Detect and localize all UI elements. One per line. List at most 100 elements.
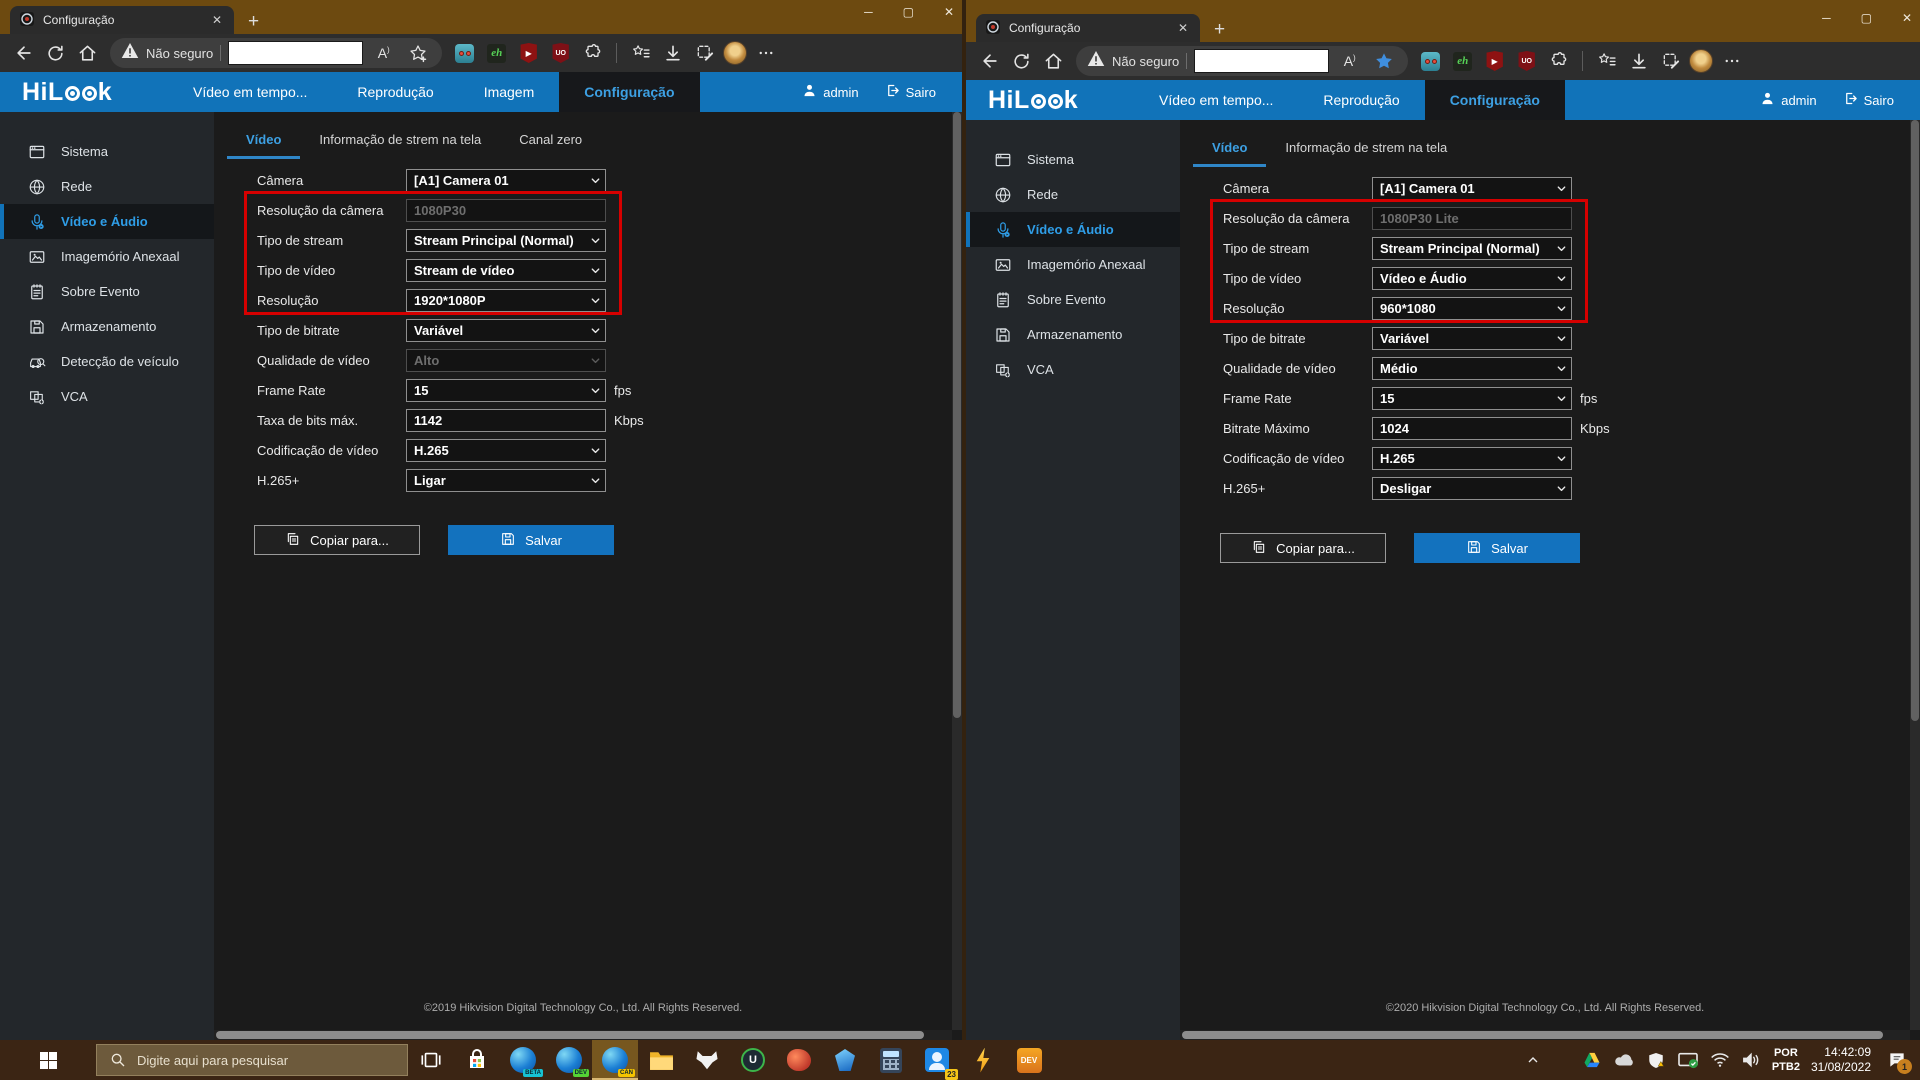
sidebar-item-vca[interactable]: VCA — [966, 352, 1180, 387]
tab-close-icon[interactable]: ✕ — [1175, 21, 1191, 35]
save-button[interactable]: Salvar — [1414, 533, 1580, 563]
input-taxa-de-bits-m-x-[interactable]: 1142 — [406, 409, 606, 432]
eh-extension-icon[interactable]: eh — [1449, 48, 1476, 75]
sidebar-item-sistema[interactable]: Sistema — [0, 134, 214, 169]
user-menu[interactable]: admin — [802, 83, 858, 101]
sidebar-item-v-deo-e-udio[interactable]: Vídeo e Áudio — [966, 212, 1180, 247]
lightning-app-button[interactable] — [960, 1040, 1006, 1080]
sidebar-item-rede[interactable]: Rede — [966, 177, 1180, 212]
video-play-extension-icon[interactable]: ▶ — [1481, 48, 1508, 75]
chevron-up-icon[interactable] — [1523, 1052, 1543, 1068]
new-tab-button[interactable]: + — [248, 12, 259, 31]
select-qualidade-de-v-deo[interactable]: Médio — [1372, 357, 1572, 380]
sidebar-item-imagem-rio-anexaal[interactable]: Imagemório Anexaal — [966, 247, 1180, 282]
collections-icon[interactable] — [627, 40, 654, 67]
task-view-button[interactable] — [408, 1040, 454, 1080]
page-tab-3[interactable]: Canal zero — [500, 125, 601, 159]
back-icon[interactable] — [10, 40, 37, 67]
logout-button[interactable]: Sairo — [1843, 91, 1894, 109]
fox-app-button[interactable] — [684, 1040, 730, 1080]
select-frame-rate[interactable]: 15 — [406, 379, 606, 402]
star-add-icon[interactable] — [404, 40, 431, 67]
star-filled-icon[interactable] — [1370, 48, 1397, 75]
profile-avatar[interactable] — [723, 41, 747, 65]
select-h-265-[interactable]: Desligar — [1372, 477, 1572, 500]
nav-item-3[interactable]: Configuração — [1425, 80, 1565, 120]
select-c-mera[interactable]: [A1] Camera 01 — [406, 169, 606, 192]
maximize-button[interactable]: ▢ — [903, 5, 914, 19]
ublock-origin-icon[interactable]: UO — [547, 40, 574, 67]
extensions-puzzle-icon[interactable] — [579, 40, 606, 67]
ms-store-button[interactable] — [454, 1040, 500, 1080]
select-c-mera[interactable]: [A1] Camera 01 — [1372, 177, 1572, 200]
horizontal-scrollbar[interactable] — [214, 1030, 952, 1040]
user-menu[interactable]: admin — [1760, 91, 1816, 109]
close-button[interactable]: ✕ — [1902, 11, 1912, 25]
sidebar-item-v-deo-e-udio[interactable]: Vídeo e Áudio — [0, 204, 214, 239]
nav-item-2[interactable]: Reprodução — [332, 72, 458, 112]
sidebar-item-imagem-rio-anexaal[interactable]: Imagemório Anexaal — [0, 239, 214, 274]
cast-screen-icon[interactable] — [1677, 1051, 1699, 1069]
select-tipo-de-stream[interactable]: Stream Principal (Normal) — [406, 229, 606, 252]
web-capture-icon[interactable] — [691, 40, 718, 67]
sidebar-item-sistema[interactable]: Sistema — [966, 142, 1180, 177]
select-tipo-de-v-deo[interactable]: Stream de vídeo — [406, 259, 606, 282]
file-explorer-button[interactable] — [638, 1040, 684, 1080]
page-tab-1[interactable]: Vídeo — [1193, 133, 1266, 167]
url-input[interactable] — [228, 41, 363, 65]
select-codifica-o-de-v-deo[interactable]: H.265 — [1372, 447, 1572, 470]
video-play-extension-icon[interactable]: ▶ — [515, 40, 542, 67]
vertical-scrollbar-thumb[interactable] — [1911, 120, 1919, 721]
vertical-scrollbar-thumb[interactable] — [953, 112, 961, 718]
nav-item-1[interactable]: Vídeo em tempo... — [168, 72, 332, 112]
new-tab-button[interactable]: + — [1214, 20, 1225, 39]
tab-close-icon[interactable]: ✕ — [209, 13, 225, 27]
home-icon[interactable] — [1040, 48, 1067, 75]
select-tipo-de-v-deo[interactable]: Vídeo e Áudio — [1372, 267, 1572, 290]
page-tab-1[interactable]: Vídeo — [227, 125, 300, 159]
edge-canary-button[interactable]: CAN — [592, 1040, 638, 1080]
logout-button[interactable]: Sairo — [885, 83, 936, 101]
downloads-icon[interactable] — [659, 40, 686, 67]
collections-icon[interactable] — [1593, 48, 1620, 75]
refresh-icon[interactable] — [42, 40, 69, 67]
select-resolu-o[interactable]: 1920*1080P — [406, 289, 606, 312]
sidebar-item-armazenamento[interactable]: Armazenamento — [0, 309, 214, 344]
horizontal-scrollbar-thumb[interactable] — [1182, 1031, 1883, 1039]
taskbar-clock[interactable]: 14:42:09 31/08/2022 — [1811, 1045, 1871, 1075]
defender-warning-icon[interactable] — [1646, 1051, 1666, 1070]
profile-avatar[interactable] — [1689, 49, 1713, 73]
horizontal-scrollbar-thumb[interactable] — [216, 1031, 924, 1039]
nav-item-1[interactable]: Vídeo em tempo... — [1134, 80, 1298, 120]
sidebar-item-rede[interactable]: Rede — [0, 169, 214, 204]
dragon-app-button[interactable] — [776, 1040, 822, 1080]
copy-to-button[interactable]: Copiar para... — [1220, 533, 1386, 563]
taskbar-search[interactable] — [96, 1044, 408, 1076]
eh-extension-icon[interactable]: eh — [483, 40, 510, 67]
vertical-scrollbar[interactable] — [1910, 120, 1920, 1030]
dev-box-button[interactable]: DEV — [1006, 1040, 1052, 1080]
downloads-icon[interactable] — [1625, 48, 1652, 75]
refresh-icon[interactable] — [1008, 48, 1035, 75]
robot-extension-icon[interactable] — [451, 40, 478, 67]
more-menu-icon[interactable] — [1718, 48, 1745, 75]
robot-extension-icon[interactable] — [1417, 48, 1444, 75]
home-icon[interactable] — [74, 40, 101, 67]
language-indicator[interactable]: POR PTB2 — [1772, 1046, 1800, 1074]
edge-beta-button[interactable]: BETA — [500, 1040, 546, 1080]
browser-tab[interactable]: Configuração✕ — [10, 6, 234, 34]
select-h-265-[interactable]: Ligar — [406, 469, 606, 492]
nav-item-2[interactable]: Reprodução — [1298, 80, 1424, 120]
people-app-button[interactable]: 23 — [914, 1040, 960, 1080]
copy-to-button[interactable]: Copiar para... — [254, 525, 420, 555]
volume-icon[interactable] — [1741, 1052, 1761, 1068]
sidebar-item-sobre-evento[interactable]: Sobre Evento — [966, 282, 1180, 317]
select-frame-rate[interactable]: 15 — [1372, 387, 1572, 410]
web-capture-icon[interactable] — [1657, 48, 1684, 75]
edge-dev-button[interactable]: DEV — [546, 1040, 592, 1080]
sidebar-item-armazenamento[interactable]: Armazenamento — [966, 317, 1180, 352]
sidebar-item-vca[interactable]: VCA — [0, 379, 214, 414]
search-input[interactable] — [137, 1053, 367, 1068]
url-input[interactable] — [1194, 49, 1329, 73]
gem-app-button[interactable] — [822, 1040, 868, 1080]
